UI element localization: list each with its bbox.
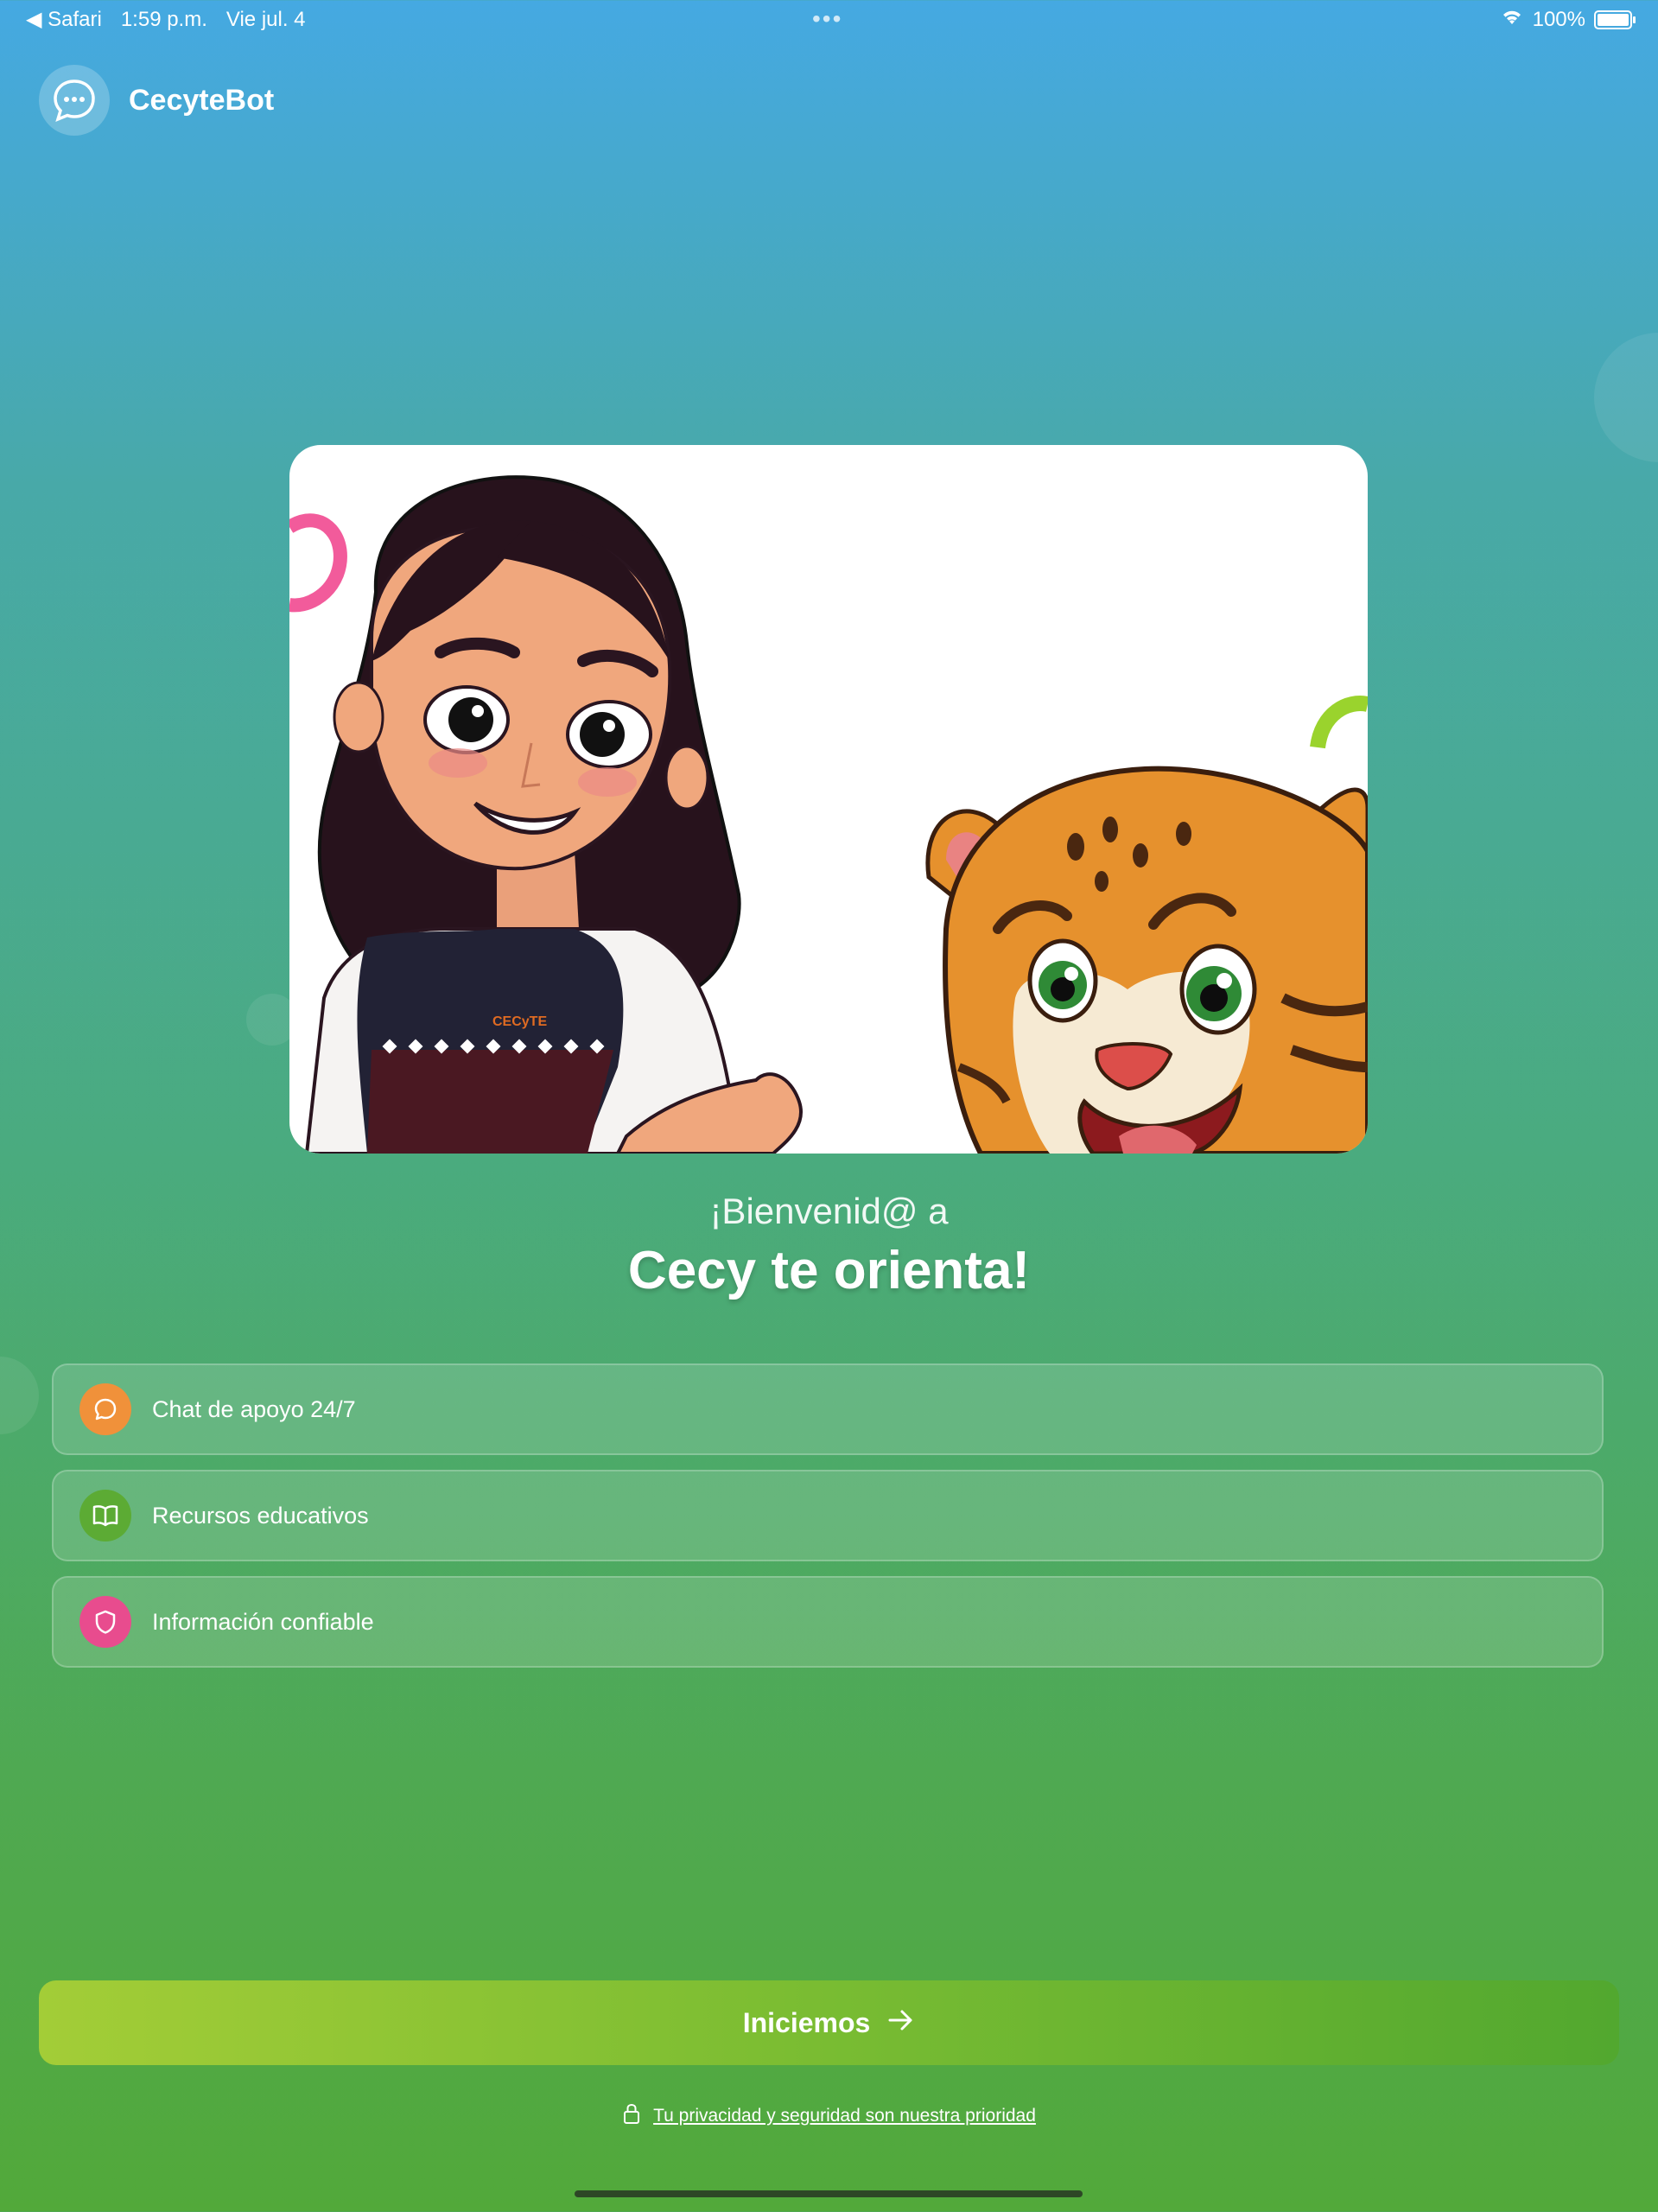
status-bar: ◀ Safari 1:59 p.m. Vie jul. 4 ••• 100% [0,0,1658,38]
wifi-icon [1500,7,1524,32]
welcome-headline: Cecy te orienta! [627,1241,1031,1300]
privacy-link[interactable]: Tu privacidad y seguridad son nuestra pr… [653,2106,1036,2126]
lock-icon [622,2102,641,2130]
feature-label: Información confiable [152,1608,374,1635]
start-button[interactable]: Iniciemos [39,1980,1619,2065]
start-button-label: Iniciemos [742,2006,871,2038]
welcome-subtitle: ¡Bienvenid@ a [709,1191,949,1231]
arrow-right-icon [887,2007,915,2039]
feature-label: Chat de apoyo 24/7 [152,1395,356,1422]
chat-icon [79,1383,131,1435]
book-icon [79,1490,131,1541]
multitasking-dots[interactable]: ••• [812,7,842,31]
status-time: 1:59 p.m. [120,7,207,31]
battery-percentage: 100% [1532,7,1585,31]
hero-illustration: CECyTE [289,445,1368,1154]
decorative-circle [0,1357,39,1434]
feature-reliable-info: Información confiable [52,1576,1604,1668]
app-header: CecyteBot [39,65,274,136]
feature-educational-resources: Recursos educativos [52,1470,1604,1561]
app-title: CecyteBot [129,83,275,117]
back-to-safari-link[interactable]: ◀ Safari [26,7,102,32]
battery-icon [1594,10,1636,29]
chat-bubble-icon [39,65,110,136]
status-date: Vie jul. 4 [226,7,306,31]
girl-and-jaguar-illustration: CECyTE [289,475,1368,1154]
feature-chat-support: Chat de apoyo 24/7 [52,1363,1604,1455]
shield-icon [79,1596,131,1648]
feature-label: Recursos educativos [152,1502,369,1529]
privacy-notice: Tu privacidad y seguridad son nuestra pr… [0,2102,1658,2130]
decorative-circle [1594,333,1658,462]
shirt-logo: CECyTE [492,1014,547,1029]
home-indicator[interactable] [575,2190,1083,2197]
